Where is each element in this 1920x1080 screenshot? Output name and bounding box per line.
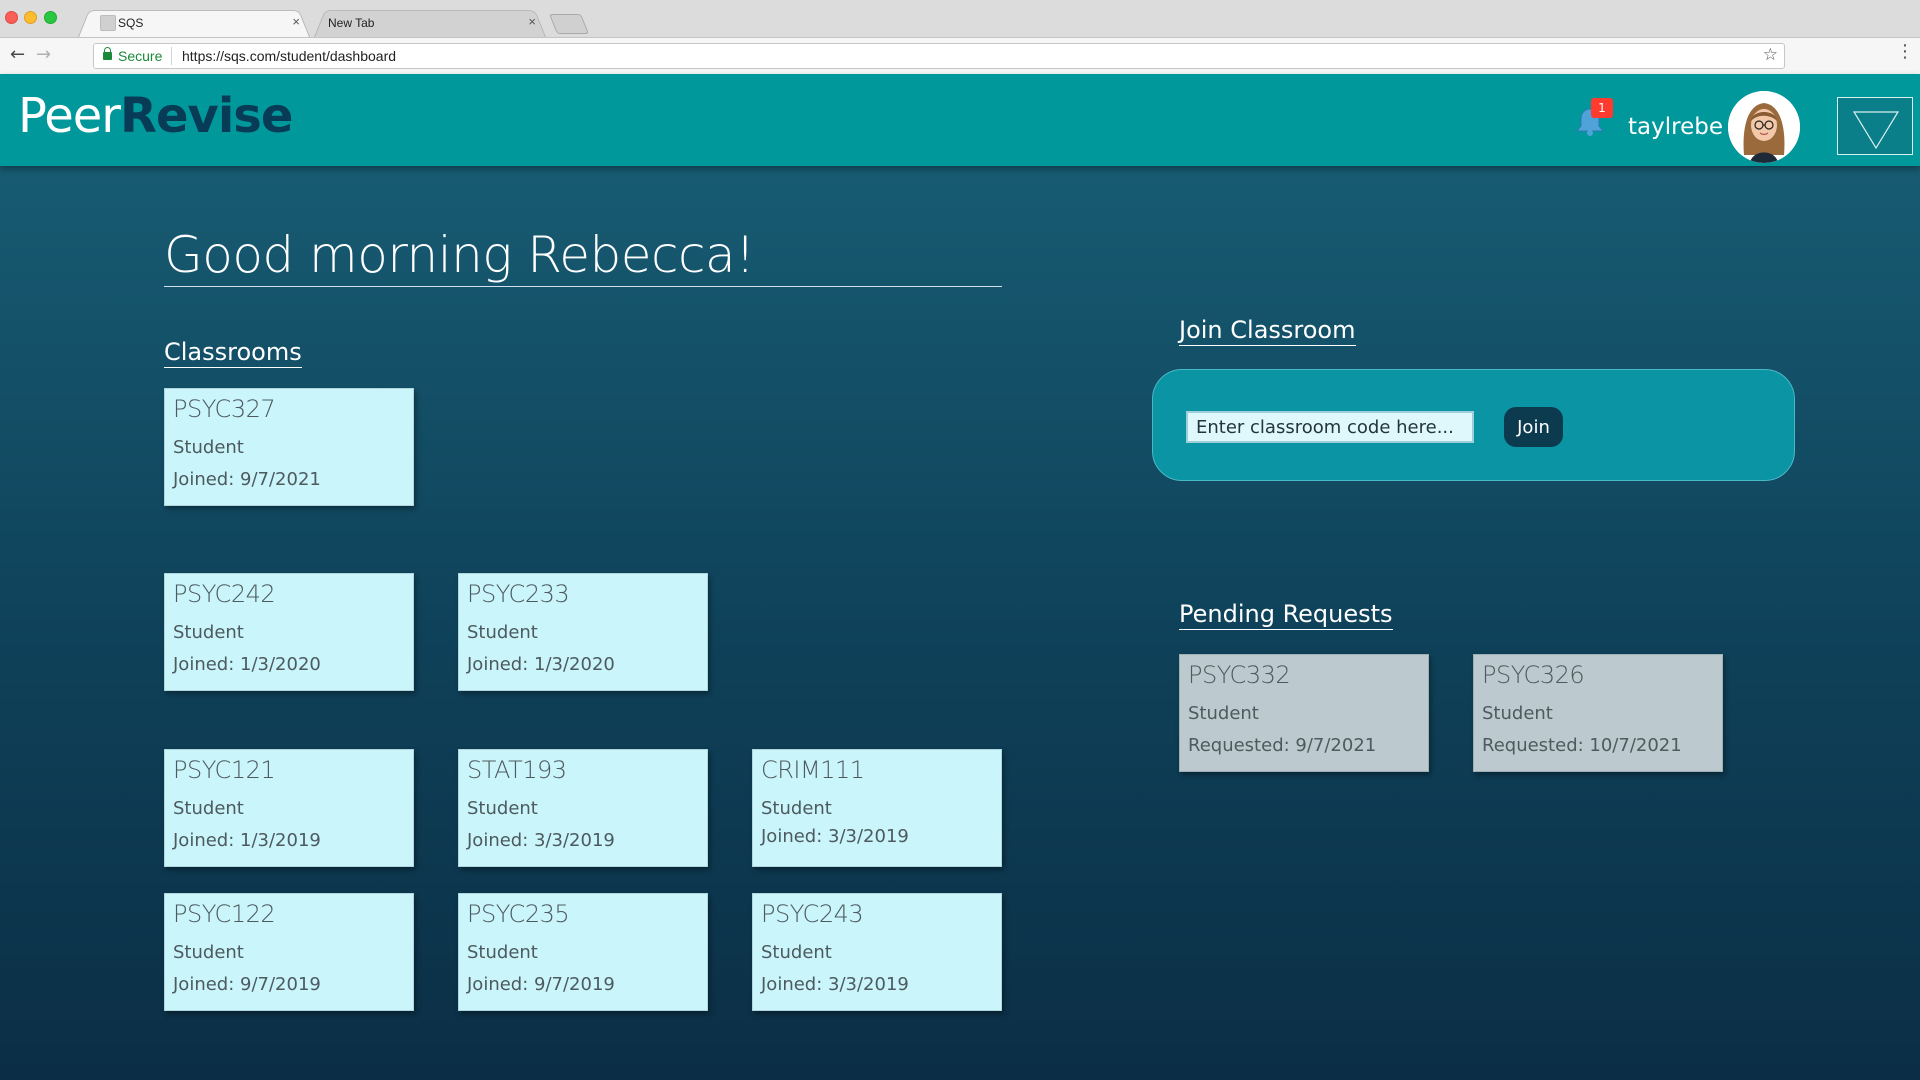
- secure-label: Secure: [118, 48, 163, 64]
- page-favicon-icon: [100, 15, 116, 31]
- classroom-joined-date: Joined: 3/3/2019: [761, 826, 909, 847]
- classroom-code: PSYC233: [467, 580, 570, 608]
- browser-toolbar: ← → Secure https://sqs.com/student/dashb…: [0, 37, 1920, 74]
- bookmark-star-icon[interactable]: ☆: [1763, 45, 1778, 65]
- classroom-joined-date: Joined: 3/3/2019: [761, 974, 909, 995]
- pending-requests-heading: Pending Requests: [1179, 600, 1393, 630]
- peerrevise-logo[interactable]: PeerRevise: [18, 88, 293, 144]
- close-window-button[interactable]: [5, 11, 18, 24]
- join-button[interactable]: Join: [1504, 407, 1563, 447]
- classroom-card-psyc121[interactable]: PSYC121 Student Joined: 1/3/2019: [164, 749, 414, 867]
- classroom-joined-date: Joined: 1/3/2019: [173, 830, 321, 851]
- avatar[interactable]: [1728, 91, 1800, 163]
- classroom-code: PSYC326: [1482, 661, 1585, 689]
- tab-title: SQS: [118, 16, 144, 30]
- tab-new-tab[interactable]: New Tab ×: [314, 7, 546, 37]
- classroom-joined-date: Joined: 3/3/2019: [467, 830, 615, 851]
- join-classroom-heading: Join Classroom: [1179, 316, 1356, 346]
- url-divider: [171, 47, 172, 65]
- pending-request-card-psyc332[interactable]: PSYC332 Student Requested: 9/7/2021: [1179, 654, 1429, 772]
- classroom-code: PSYC332: [1188, 661, 1291, 689]
- classroom-role: Student: [467, 798, 538, 819]
- classroom-joined-date: Joined: 9/7/2021: [173, 469, 321, 490]
- forward-arrow-icon[interactable]: →: [36, 44, 51, 65]
- classroom-card-psyc235[interactable]: PSYC235 Student Joined: 9/7/2019: [458, 893, 708, 1011]
- classroom-code-input[interactable]: [1186, 411, 1474, 443]
- classroom-card-stat193[interactable]: STAT193 Student Joined: 3/3/2019: [458, 749, 708, 867]
- classroom-joined-date: Joined: 9/7/2019: [467, 974, 615, 995]
- classroom-card-psyc327[interactable]: PSYC327 Student Joined: 9/7/2021: [164, 388, 414, 506]
- classroom-code: CRIM111: [761, 756, 865, 784]
- dropdown-menu-button[interactable]: [1837, 97, 1913, 155]
- classroom-role: Student: [1482, 703, 1553, 724]
- username-label[interactable]: taylrebe: [1628, 114, 1723, 140]
- lock-icon: [103, 47, 112, 60]
- notification-badge: 1: [1591, 98, 1613, 118]
- classroom-role: Student: [761, 942, 832, 963]
- classroom-card-psyc122[interactable]: PSYC122 Student Joined: 9/7/2019: [164, 893, 414, 1011]
- classroom-role: Student: [173, 622, 244, 643]
- classroom-role: Student: [761, 798, 832, 819]
- tab-title: New Tab: [328, 16, 375, 30]
- classroom-role: Student: [467, 622, 538, 643]
- logo-revise-text: Revise: [120, 88, 293, 144]
- tab-sqs[interactable]: SQS ×: [78, 7, 310, 37]
- classroom-code: PSYC243: [761, 900, 864, 928]
- classroom-code: PSYC235: [467, 900, 570, 928]
- browser-chrome: SQS × New Tab × ← → Secure https://sqs.c…: [0, 0, 1920, 74]
- join-classroom-panel: Join: [1152, 369, 1795, 481]
- dashboard-main: Good morning Rebecca! Classrooms PSYC327…: [0, 166, 1920, 1080]
- requested-date: Requested: 9/7/2021: [1188, 735, 1377, 756]
- close-tab-icon[interactable]: ×: [528, 14, 536, 29]
- url-text[interactable]: https://sqs.com/student/dashboard: [182, 48, 396, 64]
- user-avatar-icon: [1728, 91, 1800, 163]
- logo-peer-text: Peer: [18, 88, 121, 144]
- classroom-card-crim111[interactable]: CRIM111 Student Joined: 3/3/2019: [752, 749, 1002, 867]
- classroom-joined-date: Joined: 9/7/2019: [173, 974, 321, 995]
- classroom-code: PSYC121: [173, 756, 276, 784]
- classroom-card-psyc243[interactable]: PSYC243 Student Joined: 3/3/2019: [752, 893, 1002, 1011]
- classroom-role: Student: [173, 798, 244, 819]
- classroom-card-psyc233[interactable]: PSYC233 Student Joined: 1/3/2020: [458, 573, 708, 691]
- classroom-code: STAT193: [467, 756, 567, 784]
- classroom-role: Student: [1188, 703, 1259, 724]
- page-title: Good morning Rebecca!: [164, 226, 1002, 287]
- classroom-card-psyc242[interactable]: PSYC242 Student Joined: 1/3/2020: [164, 573, 414, 691]
- classroom-role: Student: [173, 942, 244, 963]
- classrooms-heading: Classrooms: [164, 338, 302, 368]
- back-arrow-icon[interactable]: ←: [10, 44, 25, 65]
- new-tab-button[interactable]: [548, 14, 590, 34]
- address-bar[interactable]: Secure https://sqs.com/student/dashboard…: [93, 43, 1785, 69]
- app-header: PeerRevise 1 taylrebe: [0, 74, 1920, 166]
- classroom-code: PSYC327: [173, 395, 276, 423]
- classroom-code: PSYC122: [173, 900, 276, 928]
- classroom-joined-date: Joined: 1/3/2020: [467, 654, 615, 675]
- classroom-code: PSYC242: [173, 580, 276, 608]
- classroom-joined-date: Joined: 1/3/2020: [173, 654, 321, 675]
- maximize-window-button[interactable]: [44, 11, 57, 24]
- classroom-role: Student: [173, 437, 244, 458]
- pending-request-card-psyc326[interactable]: PSYC326 Student Requested: 10/7/2021: [1473, 654, 1723, 772]
- close-tab-icon[interactable]: ×: [292, 14, 300, 29]
- requested-date: Requested: 10/7/2021: [1482, 735, 1682, 756]
- triangle-down-icon: [1852, 111, 1900, 150]
- more-vertical-icon[interactable]: ⋮: [1896, 43, 1914, 61]
- classroom-role: Student: [467, 942, 538, 963]
- notifications-button[interactable]: 1: [1573, 98, 1615, 142]
- minimize-window-button[interactable]: [24, 11, 37, 24]
